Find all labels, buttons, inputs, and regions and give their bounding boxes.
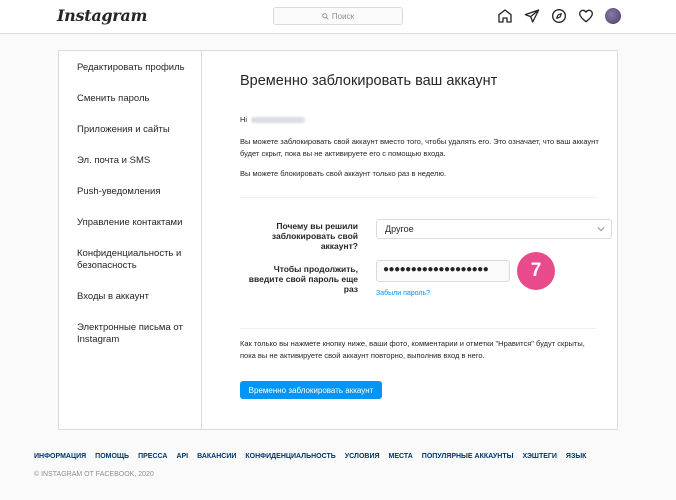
sidebar-item-privacy[interactable]: Конфиденциальность и безопасность [77, 248, 197, 272]
greeting: Hi [240, 115, 306, 124]
sidebar-item-login-activity[interactable]: Входы в аккаунт [77, 291, 197, 303]
chevron-down-icon [597, 227, 605, 232]
heart-icon[interactable] [578, 8, 594, 24]
reason-select[interactable]: Другое [376, 219, 612, 239]
weekly-limit-text: Вы можете блокировать свой аккаунт тольк… [240, 169, 447, 178]
warning-text: Как только вы нажмете кнопку ниже, ваши … [240, 339, 585, 360]
sidebar-item-change-password[interactable]: Сменить пароль [77, 93, 197, 105]
sidebar-item-push[interactable]: Push-уведомления [77, 186, 197, 198]
settings-sidebar: Редактировать профиль Сменить пароль При… [59, 51, 202, 429]
search-placeholder: Поиск [331, 11, 355, 21]
description-text: Вы можете заблокировать свой аккаунт вме… [240, 137, 599, 158]
divider [240, 197, 596, 198]
blurred-username [251, 116, 306, 123]
top-navbar: Instagram Поиск [0, 0, 676, 34]
step-badge: 7 [517, 252, 555, 290]
explore-icon[interactable] [551, 8, 567, 24]
search-icon [322, 12, 329, 20]
footer-links: ИНФОРМАЦИЯ ПОМОЩЬ ПРЕССА API ВАКАНСИИ КО… [34, 453, 586, 460]
footer-link-top-accounts[interactable]: ПОПУЛЯРНЫЕ АККАУНТЫ [422, 453, 514, 460]
footer-link-api[interactable]: API [176, 453, 188, 460]
avatar[interactable] [605, 8, 621, 24]
reason-label: Почему вы решили заблокировать свой акка… [271, 221, 358, 251]
footer-link-help[interactable]: ПОМОЩЬ [95, 453, 129, 460]
instagram-logo[interactable]: Instagram [57, 6, 147, 25]
search-input[interactable]: Поиск [273, 7, 403, 25]
footer-link-language[interactable]: ЯЗЫК [566, 453, 587, 460]
footer-link-press[interactable]: ПРЕССА [138, 453, 167, 460]
greeting-text: Hi [240, 115, 248, 124]
nav-icons [497, 8, 621, 24]
sidebar-item-email-sms[interactable]: Эл. почта и SMS [77, 155, 197, 167]
temporarily-disable-button[interactable]: Временно заблокировать аккаунт [240, 381, 382, 399]
footer-link-terms[interactable]: УСЛОВИЯ [345, 453, 380, 460]
footer-link-about[interactable]: ИНФОРМАЦИЯ [34, 453, 86, 460]
settings-card: Редактировать профиль Сменить пароль При… [58, 50, 618, 430]
sidebar-item-emails[interactable]: Электронные письма от Instagram [77, 322, 197, 346]
divider [240, 328, 596, 329]
direct-icon[interactable] [524, 8, 540, 24]
sidebar-item-edit-profile[interactable]: Редактировать профиль [77, 62, 197, 74]
forgot-password-link[interactable]: Забыли пароль? [376, 290, 430, 297]
footer-link-jobs[interactable]: ВАКАНСИИ [197, 453, 236, 460]
page-title: Временно заблокировать ваш аккаунт [240, 73, 498, 89]
sidebar-item-apps[interactable]: Приложения и сайты [77, 124, 197, 136]
reason-value: Другое [385, 224, 414, 234]
password-label: Чтобы продолжить, введите свой пароль ещ… [248, 264, 358, 294]
sidebar-item-contacts[interactable]: Управление контактами [77, 217, 197, 229]
footer-link-privacy[interactable]: КОНФИДЕНЦИАЛЬНОСТЬ [245, 453, 335, 460]
footer-link-locations[interactable]: МЕСТА [389, 453, 413, 460]
password-input[interactable]: ●●●●●●●●●●●●●●●●●●● [376, 260, 510, 282]
main-content: Временно заблокировать ваш аккаунт Hi Вы… [202, 51, 618, 429]
copyright: © INSTAGRAM ОТ FACEBOOK, 2020 [34, 471, 154, 478]
footer-link-hashtags[interactable]: ХЭШТЕГИ [522, 453, 556, 460]
home-icon[interactable] [497, 8, 513, 24]
